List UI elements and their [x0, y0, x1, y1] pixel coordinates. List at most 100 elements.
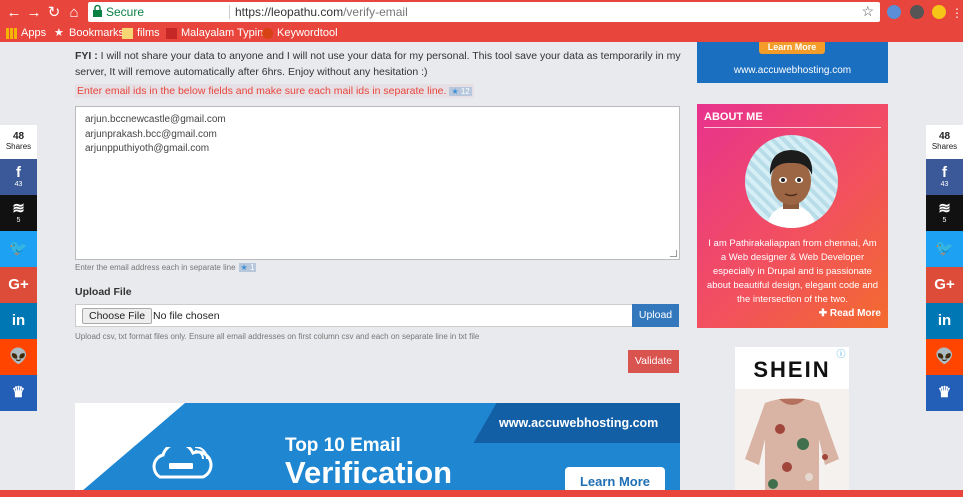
- plus-icon: ✚: [818, 308, 828, 319]
- facebook-icon: f: [16, 164, 21, 181]
- badge-star-icon: ★: [240, 263, 248, 273]
- buffer-icon: ≋: [12, 200, 25, 217]
- bookmark-label: Apps: [21, 27, 47, 39]
- shein-logo: SHEIN: [753, 357, 831, 382]
- sidebar-accuweb-ad[interactable]: Learn More www.accuwebhosting.com: [697, 42, 888, 83]
- bookmark-malayalam-typing[interactable]: Malayalam Typing: [166, 27, 269, 39]
- email-instruction-text: Enter email ids in the below fields and …: [77, 85, 447, 97]
- share-total-label: Shares: [931, 142, 958, 151]
- email-line: arjunpputhiyoth@gmail.com: [85, 143, 210, 154]
- no-file-label: No file chosen: [153, 310, 220, 322]
- accuweb-banner-ad[interactable]: accu www.accuwebhosting.com Top 10 Email…: [75, 403, 680, 497]
- sumome-share-button[interactable]: ♛: [0, 375, 37, 411]
- reddit-icon: 👽: [935, 348, 954, 365]
- share-total: 48: [12, 131, 25, 142]
- menu-icon[interactable]: ⋮: [949, 5, 963, 21]
- file-input[interactable]: Choose File No file chosen: [75, 304, 633, 327]
- home-icon[interactable]: ⌂: [66, 5, 82, 21]
- sumome-share-button[interactable]: ♛: [926, 375, 963, 411]
- extension-yellow-icon[interactable]: [932, 5, 946, 19]
- about-divider: [704, 127, 881, 128]
- reload-icon[interactable]: ↻: [46, 5, 62, 21]
- fyi-label: FYI :: [75, 50, 98, 62]
- hint-badge: ★ 1: [238, 263, 257, 273]
- share-total: 48: [938, 131, 951, 142]
- upload-hint: Upload csv, txt format files only. Ensur…: [75, 332, 480, 341]
- twitter-share-button[interactable]: 🐦: [926, 231, 963, 267]
- crown-icon: ♛: [937, 384, 952, 401]
- lock-icon: [93, 5, 102, 17]
- fyi-notice: FYI : I will not share your data to anyo…: [75, 48, 695, 80]
- reddit-share-button[interactable]: 👽: [926, 339, 963, 375]
- reddit-share-button[interactable]: 👽: [0, 339, 37, 375]
- about-title: ABOUT ME: [704, 111, 763, 123]
- choose-file-button[interactable]: Choose File: [82, 308, 153, 324]
- facebook-share-button[interactable]: f 43: [0, 159, 37, 195]
- url-host: https://leopathu.com: [235, 5, 344, 19]
- twitter-share-button[interactable]: 🐦: [0, 231, 37, 267]
- cloud-server-icon: [152, 447, 213, 479]
- star-icon: ★: [54, 26, 64, 39]
- address-bar[interactable]: Secure https://leopathu.com/verify-email…: [88, 2, 880, 22]
- linkedin-share-button[interactable]: in: [0, 303, 37, 339]
- bookmark-star-icon[interactable]: ☆: [861, 3, 874, 20]
- page-content: FYI : I will not share your data to anyo…: [0, 42, 963, 497]
- facebook-share-count: 43: [14, 181, 23, 188]
- address-separator: [229, 5, 230, 19]
- resize-handle-icon[interactable]: [670, 250, 677, 257]
- back-icon[interactable]: ←: [6, 5, 22, 21]
- typing-icon: [166, 27, 177, 39]
- facebook-share-count: 43: [940, 181, 949, 188]
- sidebar-ad-site: www.accuwebhosting.com: [733, 65, 852, 76]
- bookmark-keywordtool[interactable]: Keywordtool: [262, 27, 338, 39]
- forward-icon[interactable]: →: [26, 5, 42, 21]
- secure-label: Secure: [106, 5, 145, 19]
- sidebar-ad-learn-more[interactable]: Learn More: [759, 42, 825, 54]
- instruction-badge-count: 12: [460, 86, 470, 96]
- buffer-share-button[interactable]: ≋ 5: [926, 195, 963, 231]
- upload-button[interactable]: Upload: [632, 304, 679, 327]
- about-me-widget: ABOUT ME I am Pathirakaliappan from chen…: [697, 104, 888, 328]
- read-more-link[interactable]: ✚ Read More: [819, 308, 881, 319]
- banner-title-line2: Verification: [285, 455, 453, 490]
- bookmarks-bar: Apps ★ Bookmarks films Malayalam Typing …: [0, 24, 963, 42]
- share-count: 48 Shares: [926, 125, 963, 159]
- bookmark-label: Malayalam Typing: [181, 27, 270, 39]
- google-plus-share-button[interactable]: G+: [926, 267, 963, 303]
- buffer-share-button[interactable]: ≋ 5: [0, 195, 37, 231]
- fyi-text: I will not share your data to anyone and…: [75, 50, 681, 78]
- email-textarea[interactable]: arjun.bccnewcastle@gmail.com arjunprakas…: [75, 106, 680, 260]
- bookmark-bookmarks[interactable]: ★ Bookmarks: [54, 27, 124, 39]
- bookmark-films[interactable]: films: [122, 27, 160, 39]
- twitter-icon: 🐦: [935, 240, 954, 257]
- read-more-label: Read More: [829, 308, 881, 319]
- buffer-share-count: 5: [16, 217, 21, 224]
- twitter-icon: 🐦: [9, 240, 28, 257]
- google-plus-share-button[interactable]: G+: [0, 267, 37, 303]
- validate-button[interactable]: Validate: [628, 350, 679, 373]
- facebook-share-button[interactable]: f 43: [926, 159, 963, 195]
- share-bar-left: 48 Shares f 43 ≋ 5 🐦 G+ in 👽 ♛: [0, 125, 37, 411]
- upload-title: Upload File: [75, 286, 132, 298]
- extension-icon[interactable]: [887, 5, 901, 19]
- linkedin-icon: in: [937, 312, 952, 329]
- url-text[interactable]: https://leopathu.com/verify-email: [235, 5, 408, 19]
- hint-badge-count: 1: [249, 263, 255, 273]
- about-bio: I am Pathirakaliappan from chennai, Am a…: [706, 238, 879, 305]
- reddit-icon: 👽: [9, 348, 28, 365]
- facebook-icon: f: [942, 164, 947, 181]
- banner-title-line1: Top 10 Email: [285, 435, 401, 456]
- bookmark-label: Bookmarks: [69, 27, 125, 39]
- crown-icon: ♛: [11, 384, 26, 401]
- linkedin-icon: in: [11, 312, 26, 329]
- shein-ad[interactable]: ⓘ SHEIN: [735, 347, 849, 497]
- email-line: arjunprakash.bcc@gmail.com: [85, 128, 217, 140]
- bookmark-label: films: [137, 27, 160, 39]
- browser-chrome: ← → ↻ ⌂ Secure https://leopathu.com/veri…: [0, 0, 963, 42]
- google-plus-icon: G+: [8, 276, 29, 293]
- bookmark-apps[interactable]: Apps: [6, 27, 46, 39]
- linkedin-share-button[interactable]: in: [926, 303, 963, 339]
- extension-k-icon[interactable]: [910, 5, 924, 19]
- email-hint: Enter the email address each in separate…: [75, 263, 257, 273]
- shein-product-image: [735, 389, 849, 497]
